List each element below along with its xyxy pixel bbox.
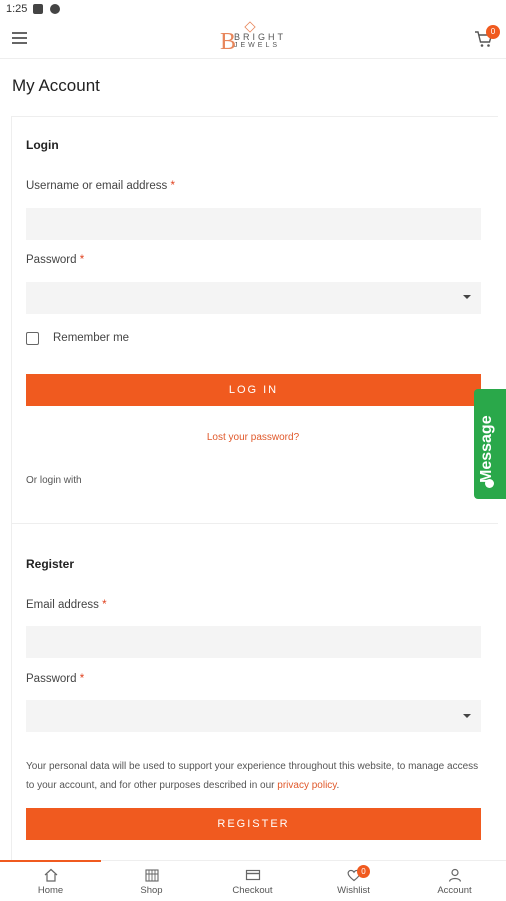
logo[interactable]: B BRIGHT JEWELS	[218, 21, 290, 55]
remember-me-checkbox[interactable]	[26, 332, 39, 345]
login-card	[11, 116, 498, 524]
status-time: 1:25	[6, 3, 28, 15]
privacy-notice: Your personal data will be used to suppo…	[26, 761, 479, 791]
login-title: Login	[26, 138, 59, 152]
password-input[interactable]	[26, 282, 481, 314]
nav-home[interactable]: Home	[0, 861, 101, 901]
register-password-input[interactable]	[26, 700, 481, 732]
remember-me-label: Remember me	[53, 332, 130, 344]
show-password-icon[interactable]	[463, 294, 471, 302]
register-password-label: Password *	[26, 673, 85, 685]
diamond-icon	[244, 21, 256, 33]
lost-password-link[interactable]: Lost your password?	[0, 432, 506, 443]
shop-icon	[145, 869, 159, 882]
nav-checkout[interactable]: Checkout	[202, 861, 303, 901]
page-title: My Account	[12, 76, 100, 95]
card-icon	[245, 869, 261, 881]
message-tab[interactable]: Message	[474, 389, 506, 499]
cart-count-badge: 0	[486, 25, 500, 39]
nav-account[interactable]: Account	[404, 861, 505, 901]
user-icon	[448, 868, 462, 882]
nav-shop[interactable]: Shop	[101, 861, 202, 901]
username-label: Username or email address *	[26, 180, 175, 192]
username-input[interactable]	[26, 208, 481, 240]
or-login-with-text: Or login with	[26, 475, 82, 486]
register-email-label: Email address *	[26, 599, 107, 611]
login-button[interactable]: LOG IN	[26, 374, 481, 406]
app-header: B BRIGHT JEWELS	[0, 20, 506, 59]
register-show-password-icon[interactable]	[463, 713, 471, 721]
location-icon	[50, 4, 60, 14]
hamburger-menu-icon[interactable]	[12, 32, 27, 44]
privacy-policy-link[interactable]: privacy policy	[277, 780, 336, 791]
status-bar: 1:25	[0, 0, 506, 20]
nav-wishlist[interactable]: Wishlist	[303, 861, 404, 901]
wishlist-count-badge: 0	[357, 865, 370, 878]
register-email-input[interactable]	[26, 626, 481, 658]
bottom-nav: Home Shop Checkout Wishlist Account	[0, 860, 506, 901]
register-title: Register	[26, 557, 75, 571]
notification-icon	[33, 4, 43, 14]
password-label: Password *	[26, 254, 85, 266]
message-tab-label: Message	[478, 415, 495, 483]
home-icon	[44, 868, 58, 882]
register-button[interactable]: REGISTER	[26, 808, 481, 840]
